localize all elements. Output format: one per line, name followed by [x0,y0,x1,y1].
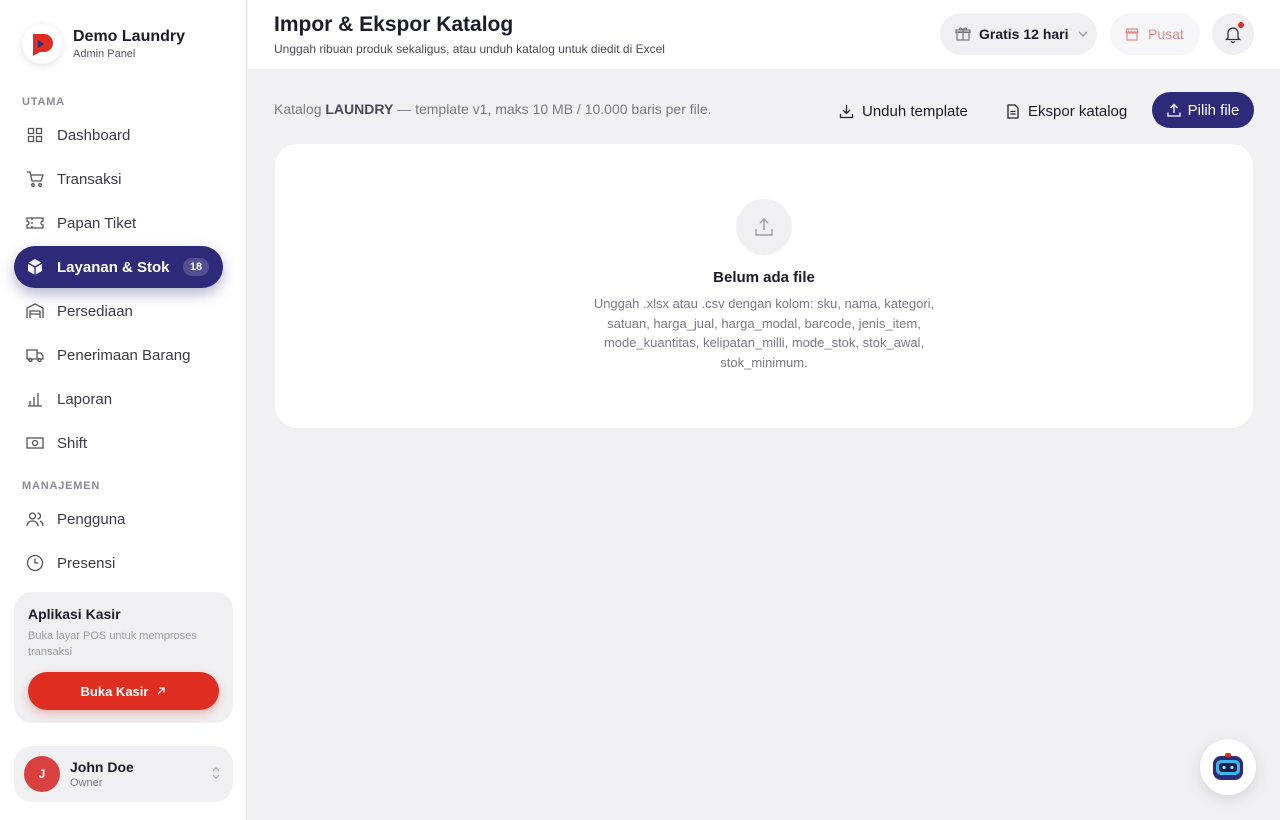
sidebar-item-dashboard[interactable]: Dashboard [14,114,223,156]
section-label-manajemen: MANAJEMEN [22,480,101,492]
bar-chart-icon [26,390,44,408]
open-kasir-button[interactable]: Buka Kasir [28,672,219,710]
sidebar-item-penerimaan-barang[interactable]: Penerimaan Barang [14,334,223,376]
section-label-utama: UTAMA [22,96,65,108]
empty-state-description: Unggah .xlsx atau .csv dengan kolom: sku… [593,296,935,370]
choose-file-label: Pilih file [1187,101,1240,119]
chevron-down-icon [1077,28,1089,40]
sidebar-item-label: Transaksi [57,170,122,188]
user-name: John Doe [70,758,134,775]
notifications-button[interactable] [1212,13,1254,55]
top-header: Impor & Ekspor Katalog Unggah ribuan pro… [248,0,1280,70]
export-catalog-label: Ekspor katalog [1028,102,1128,120]
cart-icon [26,170,44,188]
pusat-label: Pusat [1148,26,1184,42]
clock-icon [26,554,44,572]
document-icon [1006,103,1020,119]
brand-logo-icon [22,24,62,64]
sidebar-item-shift[interactable]: Shift [14,422,223,464]
gift-icon [955,26,971,42]
sidebar-item-presensi[interactable]: Presensi [14,542,223,584]
catalog-info-suffix: — template v1, maks 10 MB / 10.000 baris… [393,101,712,117]
download-template-label: Unduh template [862,102,968,120]
download-template-button[interactable]: Unduh template [839,96,968,126]
kasir-card-title: Aplikasi Kasir [28,606,121,622]
open-kasir-label: Buka Kasir [80,683,149,699]
sidebar-item-label: Layanan & Stok [57,258,170,276]
upload-icon [1167,103,1181,117]
users-icon [26,510,44,528]
upload-icon [736,199,792,255]
sidebar-item-persediaan[interactable]: Persediaan [14,290,223,332]
sidebar-item-label: Laporan [57,390,113,408]
chevron-up-down-icon [211,765,221,786]
sidebar-item-papan-tiket[interactable]: Papan Tiket [14,202,223,244]
page-title: Impor & Ekspor Katalog [274,13,514,36]
pusat-button[interactable]: Pusat [1110,13,1200,55]
truck-icon [26,346,44,364]
user-role: Owner [70,776,103,789]
kasir-card-description: Buka layar POS untuk memproses transaksi [28,630,197,658]
user-menu[interactable]: J John Doe Owner [14,746,233,802]
catalog-info: Katalog LAUNDRY — template v1, maks 10 M… [274,101,712,117]
catalog-name: LAUNDRY [325,101,394,117]
trial-label: Gratis 12 hari [979,26,1069,42]
count-badge: 18 [183,258,209,276]
sidebar-item-label: Dashboard [57,126,131,144]
ticket-icon [26,214,44,232]
sidebar-item-label: Shift [57,434,88,452]
choose-file-button[interactable]: Pilih file [1152,92,1254,128]
brand-name: Demo Laundry [73,28,186,45]
robot-icon [1211,752,1245,782]
cash-icon [26,434,44,452]
sidebar-item-laporan[interactable]: Laporan [14,378,223,420]
warehouse-icon [26,302,44,320]
sidebar-item-label: Persediaan [57,302,133,320]
page-subtitle: Unggah ribuan produk sekaligus, atau und… [274,42,665,56]
brand-subtitle: Admin Panel [73,48,136,60]
brand[interactable]: Demo Laundry Admin Panel [22,24,185,64]
notification-dot [1238,22,1244,28]
sidebar-item-label: Presensi [57,554,116,572]
sidebar-item-pengguna[interactable]: Pengguna [14,498,223,540]
store-icon [1124,26,1140,42]
download-icon [839,104,854,119]
sidebar-item-transaksi[interactable]: Transaksi [14,158,223,200]
file-drop-zone[interactable]: Belum ada file Unggah .xlsx atau .csv de… [275,144,1253,428]
box-icon [26,258,44,276]
kasir-app-card: Aplikasi Kasir Buka layar POS untuk memp… [14,592,233,723]
sidebar-item-layanan-stok[interactable]: Layanan & Stok 18 [14,246,223,288]
empty-state-title: Belum ada file [713,269,815,286]
sidebar-item-label: Pengguna [57,510,126,528]
trial-dropdown[interactable]: Gratis 12 hari [940,13,1097,55]
export-catalog-button[interactable]: Ekspor katalog [1006,96,1127,126]
grid-icon [26,126,44,144]
sidebar-item-label: Penerimaan Barang [57,346,191,364]
catalog-info-prefix: Katalog [274,101,326,117]
avatar: J [24,756,60,792]
external-arrow-icon [156,686,166,696]
assistant-bot-button[interactable] [1200,739,1256,795]
sidebar-item-label: Papan Tiket [57,214,137,232]
sidebar: Demo Laundry Admin Panel UTAMA Dashboard… [0,0,247,820]
